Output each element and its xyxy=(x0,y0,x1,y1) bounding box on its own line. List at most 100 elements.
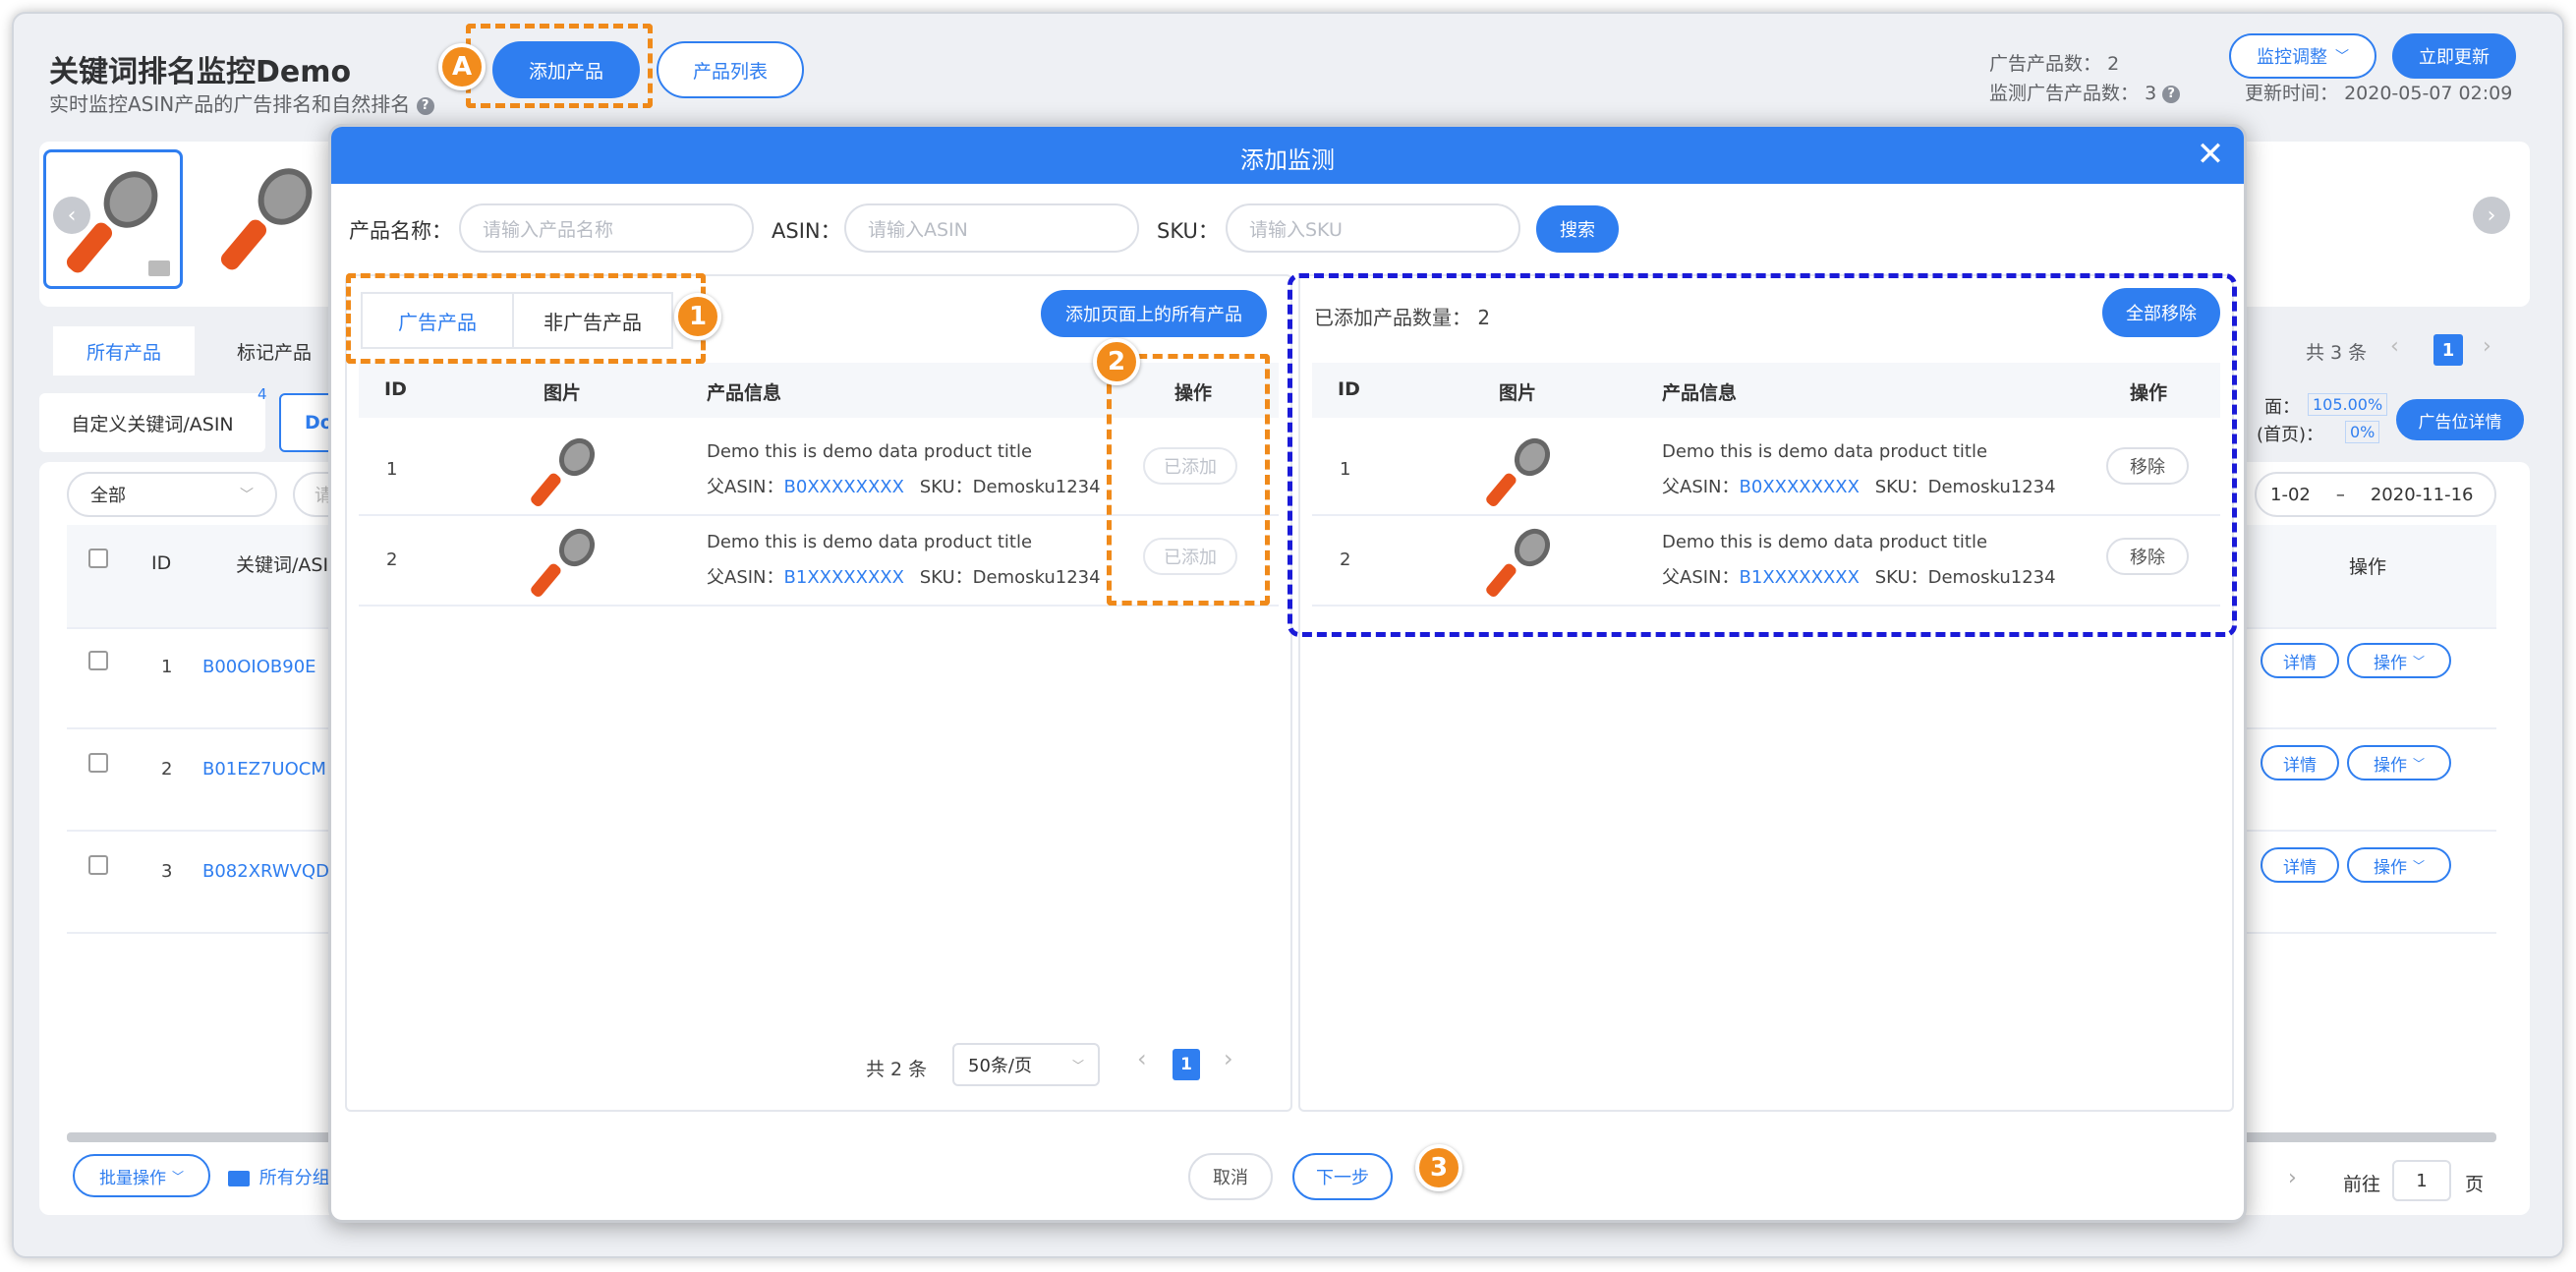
chevron-down-icon: ﹀ xyxy=(2412,858,2425,873)
operate-label: 操作 xyxy=(2373,755,2407,776)
chevron-down-icon: ﹀ xyxy=(1071,1058,1084,1072)
row-checkbox[interactable] xyxy=(88,753,108,773)
sku-value: Demosku1234 xyxy=(972,567,1101,588)
all-groups-label: 所有分组 xyxy=(258,1168,330,1188)
monitor-adjust-label: 监控调整 xyxy=(2257,47,2327,68)
sku-value: Demosku1234 xyxy=(972,477,1101,497)
sku-label: SKU： xyxy=(919,567,973,588)
filter-select-value: 全部 xyxy=(90,486,126,506)
bg-row-asin[interactable]: B01EZ7UOCM xyxy=(202,759,326,780)
chevron-right-icon[interactable]: › xyxy=(2288,1166,2297,1190)
page-pct: 105.00% xyxy=(2308,393,2388,416)
annotation-box-a xyxy=(466,24,653,108)
annotation-box-added xyxy=(1288,273,2237,637)
monitored-label: 监测广告产品数： xyxy=(1989,83,2140,104)
operate-label: 操作 xyxy=(2373,857,2407,878)
bg-row-id: 1 xyxy=(161,657,173,677)
chevron-down-icon: ﹀ xyxy=(171,1169,184,1184)
bg-row-asin[interactable]: B082XRWVQD xyxy=(202,861,329,882)
name-label: 产品名称： xyxy=(349,219,452,243)
annotation-badge-a: A xyxy=(438,43,486,90)
date-separator: – xyxy=(2335,484,2345,505)
update-time-value: 2020-05-07 02:09 xyxy=(2344,83,2513,104)
bg-row-asin[interactable]: B00OIOB90E xyxy=(202,657,316,677)
goto-label: 前往 xyxy=(2343,1174,2381,1195)
tab-all-products[interactable]: 所有产品 xyxy=(53,326,195,376)
left-row-title: Demo this is demo data product title xyxy=(707,532,1033,552)
add-all-on-page-button[interactable]: 添加页面上的所有产品 xyxy=(1041,290,1267,337)
brush-product-image xyxy=(531,528,596,598)
annotation-badge-2: 2 xyxy=(1093,338,1140,385)
asin-label: ASIN： xyxy=(772,219,841,243)
bg-col-id: ID xyxy=(151,552,172,574)
tab-custom-keyword[interactable]: 自定义关键词/ASIN xyxy=(39,393,265,452)
row-checkbox[interactable] xyxy=(88,651,108,670)
tab-marked-products[interactable]: 标记产品 xyxy=(210,326,338,376)
app-subtitle: 实时监控ASIN产品的广告排名和自然排名 ? xyxy=(49,88,434,117)
custom-keyword-count-badge: 4 xyxy=(258,385,267,403)
update-time-label: 更新时间： xyxy=(2245,83,2339,104)
modal-title: 添加监测 xyxy=(1240,146,1335,174)
batch-label: 批量操作 xyxy=(98,1168,166,1188)
detail-button[interactable]: 详情 xyxy=(2261,847,2339,883)
detail-button[interactable]: 详情 xyxy=(2261,745,2339,781)
cancel-button[interactable]: 取消 xyxy=(1188,1153,1273,1200)
next-step-button[interactable]: 下一步 xyxy=(1292,1153,1393,1200)
chevron-right-icon[interactable]: › xyxy=(1224,1045,1233,1072)
app-title: 关键词排名监控Demo xyxy=(49,55,352,89)
batch-operation-dropdown[interactable]: 批量操作 ﹀ xyxy=(73,1154,210,1197)
chevron-down-icon: ﹀ xyxy=(2412,756,2425,771)
annotation-badge-1: 1 xyxy=(674,293,721,340)
row-checkbox[interactable] xyxy=(88,855,108,875)
left-row-id: 2 xyxy=(386,549,398,570)
brush-product-image xyxy=(220,168,313,270)
product-name-input[interactable]: 请输入产品名称 xyxy=(459,203,754,253)
chevron-left-icon[interactable]: ‹ xyxy=(53,197,90,234)
chevron-right-icon[interactable]: › xyxy=(2473,197,2510,234)
update-time: 更新时间： 2020-05-07 02:09 xyxy=(2245,79,2512,105)
carousel-item[interactable] xyxy=(200,149,340,289)
help-icon[interactable]: ? xyxy=(416,96,434,115)
left-col-info: 产品信息 xyxy=(707,382,782,404)
left-row-meta: 父ASIN：B1XXXXXXXX SKU：Demosku1234 xyxy=(707,563,1101,589)
asin-input[interactable]: 请输入ASIN xyxy=(844,203,1139,253)
bg-page-current[interactable]: 1 xyxy=(2433,334,2463,366)
update-now-button[interactable]: 立即更新 xyxy=(2392,33,2516,79)
goto-page-input[interactable]: 1 xyxy=(2392,1160,2451,1201)
first-page-pct: 0% xyxy=(2345,421,2380,443)
folder-icon xyxy=(228,1171,250,1186)
select-all-checkbox[interactable] xyxy=(88,549,108,568)
product-list-button[interactable]: 产品列表 xyxy=(657,41,804,98)
chevron-down-icon: ﹀ xyxy=(2412,654,2425,668)
app-subtitle-text: 实时监控ASIN产品的广告排名和自然排名 xyxy=(49,92,411,116)
operate-dropdown[interactable]: 操作 ﹀ xyxy=(2347,643,2451,678)
close-icon[interactable]: ✕ xyxy=(2191,135,2230,174)
operate-dropdown[interactable]: 操作 ﹀ xyxy=(2347,745,2451,781)
sku-input[interactable]: 请输入SKU xyxy=(1226,203,1520,253)
help-icon[interactable]: ? xyxy=(2162,85,2181,103)
parent-asin-label: 父ASIN： xyxy=(707,567,784,588)
left-row-meta: 父ASIN：B0XXXXXXXX SKU：Demosku1234 xyxy=(707,473,1101,498)
monitored-value: 3 xyxy=(2145,83,2157,104)
monitor-adjust-dropdown[interactable]: 监控调整 ﹀ xyxy=(2229,33,2376,79)
sku-label: SKU： xyxy=(919,477,973,497)
filter-select[interactable]: 全部 ﹀ xyxy=(67,472,277,517)
chevron-right-icon[interactable]: › xyxy=(2483,334,2491,359)
ad-position-detail-button[interactable]: 广告位详情 xyxy=(2396,399,2524,440)
parent-asin-link[interactable]: B1XXXXXXXX xyxy=(784,567,904,588)
chevron-left-icon[interactable]: ‹ xyxy=(1137,1045,1147,1072)
chevron-down-icon: ﹀ xyxy=(2335,49,2349,65)
chevron-left-icon[interactable]: ‹ xyxy=(2390,334,2399,359)
detail-button[interactable]: 详情 xyxy=(2261,643,2339,678)
folder-icon[interactable] xyxy=(148,260,170,276)
page-size-select[interactable]: 50条/页 ﹀ xyxy=(952,1043,1100,1086)
left-page-current[interactable]: 1 xyxy=(1173,1049,1200,1080)
parent-asin-link[interactable]: B0XXXXXXXX xyxy=(784,477,904,497)
search-button[interactable]: 搜索 xyxy=(1536,205,1619,253)
all-groups-link[interactable]: 所有分组 xyxy=(228,1164,330,1189)
operate-dropdown[interactable]: 操作 ﹀ xyxy=(2347,847,2451,883)
bg-col-keyword: 关键词/ASIN xyxy=(236,554,343,576)
date-range-picker[interactable]: 1-02 – 2020-11-16 xyxy=(2255,472,2496,517)
left-col-image: 图片 xyxy=(544,382,582,404)
left-row-id: 1 xyxy=(386,459,398,480)
